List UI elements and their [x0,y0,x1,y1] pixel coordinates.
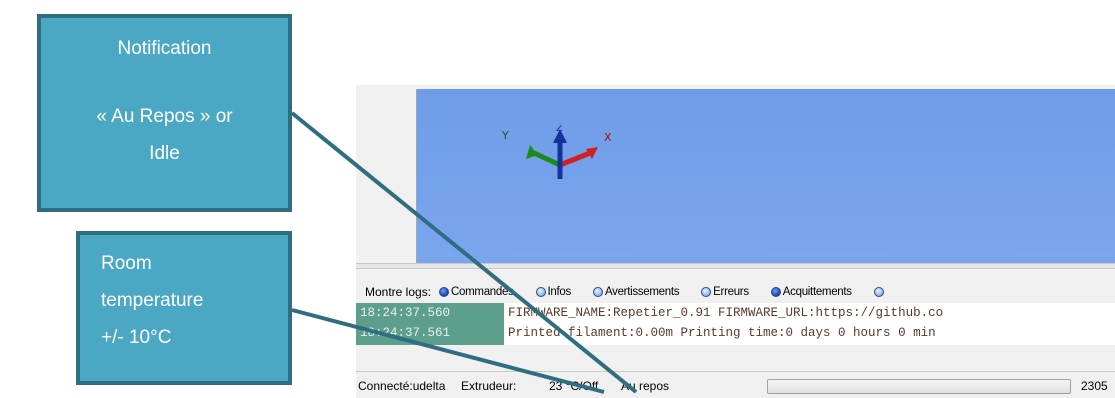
radio-on-icon[interactable] [439,287,450,297]
log-list[interactable]: 18:24:37.560 FIRMWARE_NAME:Repetier_0.91 … [356,303,1115,345]
status-counter: 2305 [1081,379,1108,393]
filter-erreurs[interactable]: Erreurs [701,286,749,298]
radio-off-icon[interactable] [873,287,884,297]
axis-gizmo-icon: Y Z X [502,125,612,179]
log-message: FIRMWARE_NAME:Repetier_0.91 FIRMWARE_URL… [508,306,944,320]
repetier-host-window: Y Z X Montre logs: Commandes Infos Avert… [356,85,1115,398]
room-temperature-callout: Room temperature +/- 10°C [76,231,292,385]
filter-commandes[interactable]: Commandes [439,286,514,298]
radio-on-icon[interactable] [770,287,781,297]
connection-status: Connecté:udelta [358,379,446,393]
radio-off-icon[interactable] [592,287,603,297]
extruder-label: Extrudeur: [461,379,517,393]
panel-splitter[interactable] [356,263,1115,269]
log-row[interactable]: 18:24:37.561 Printed filament:0.00m Print… [356,323,936,343]
idle-notification-callout: Notification « Au Repos » or Idle [37,14,292,212]
svg-text:X: X [604,131,612,144]
3d-viewport[interactable]: Y Z X [416,89,1115,263]
filter-avertissements[interactable]: Avertissements [592,286,679,298]
log-filter-bar: Montre logs: Commandes Infos Avertisseme… [356,281,1115,303]
log-message: Printed filament:0.00m Printing time:0 d… [508,326,936,340]
log-row[interactable]: 18:24:37.560 FIRMWARE_NAME:Repetier_0.91 … [356,303,943,323]
svg-text:Y: Y [502,129,509,142]
print-progress-bar [767,379,1071,394]
filter-extra[interactable] [873,287,886,297]
svg-text:Z: Z [556,125,563,134]
log-time: 18:24:37.561 [360,326,451,340]
status-bar: Connecté:udelta Extrudeur: 23 °C/Off Au … [356,371,1115,398]
filter-infos[interactable]: Infos [535,286,571,298]
extruder-temperature: 23 °C/Off [549,379,599,393]
3d-view-panel[interactable]: Y Z X [356,85,1115,263]
radio-off-icon[interactable] [535,287,546,297]
filter-acquittements[interactable]: Acquittements [770,286,852,298]
log-time: 18:24:37.560 [360,306,451,320]
log-filter-label: Montre logs: [365,285,432,299]
radio-off-icon[interactable] [701,287,712,297]
printer-state: Au repos [621,379,670,393]
